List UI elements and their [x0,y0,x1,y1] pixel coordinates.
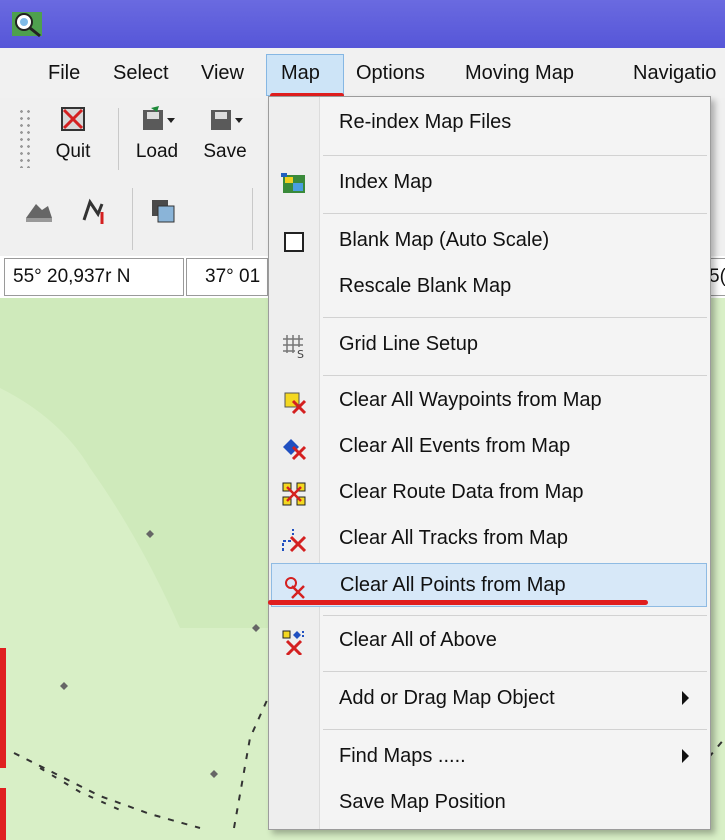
menu-separator [323,375,707,376]
title-bar [0,0,725,48]
submenu-arrow-icon [682,691,689,705]
menu-item-label: Clear Route Data from Map [339,481,584,503]
menu-item-label: Clear All Points from Map [340,574,566,596]
menu-item-label: Rescale Blank Map [339,275,512,297]
clear-events-icon [283,439,307,461]
menu-item-label: Save Map Position [339,791,506,813]
menu-item-label: Find Maps ..... [339,745,466,767]
map-menu-dropdown: Re-index Map Files Index Map Blank Map (… [268,96,711,830]
menu-item-label: Grid Line Setup [339,333,478,355]
grid-line-icon: S [283,335,304,359]
menu-item-reindex-map-files[interactable]: Re-index Map Files [271,101,707,145]
clear-waypoints-icon [284,392,307,415]
menu-map[interactable]: Map [281,62,320,85]
menu-item-label: Add or Drag Map Object [339,687,555,709]
load-label: Load [135,141,179,162]
clear-all-icon [282,630,304,655]
clear-points-icon [285,577,305,599]
menu-item-find-maps[interactable]: Find Maps ..... [271,735,707,779]
annotation-underline-clear-points [268,600,648,605]
menu-item-label: Clear All Events from Map [339,435,571,457]
menu-item-save-map-position[interactable]: Save Map Position [271,781,707,825]
index-map-icon [281,173,305,193]
save-button[interactable]: Save [198,104,252,163]
quit-icon [61,107,85,131]
menu-item-label: Clear All Tracks from Map [339,527,568,549]
route-tool-icon[interactable] [76,194,110,228]
menu-item-label: Clear All of Above [339,629,497,651]
toolbar-separator [118,108,119,170]
blank-map-icon [284,232,304,252]
menu-item-clear-tracks[interactable]: Clear All Tracks from Map [271,517,707,561]
menu-separator [323,729,707,730]
longitude-readout: 37° 01 [186,258,268,296]
menu-select[interactable]: Select [113,62,169,85]
menu-navigation[interactable]: Navigatio [633,62,725,85]
load-button[interactable]: Load [130,104,184,163]
clear-route-icon [282,482,306,506]
app-icon [12,12,42,38]
latitude-readout: 55° 20,937r N [4,258,184,296]
menu-view[interactable]: View [201,62,244,85]
menu-separator [323,317,707,318]
svg-text:S: S [297,348,304,359]
menu-item-clear-waypoints[interactable]: Clear All Waypoints from Map [271,379,707,423]
menu-separator [323,155,707,156]
menu-item-rescale-blank-map[interactable]: Rescale Blank Map [271,265,707,309]
menu-item-index-map[interactable]: Index Map [271,161,707,205]
save-icon [211,110,243,130]
menu-item-grid-line-setup[interactable]: S Grid Line Setup [271,323,707,367]
menu-item-label: Clear All Waypoints from Map [339,389,602,411]
menu-options[interactable]: Options [356,62,425,85]
menu-item-label: Blank Map (Auto Scale) [339,229,550,251]
menu-item-clear-all-of-above[interactable]: Clear All of Above [271,619,707,663]
submenu-arrow-icon [682,749,689,763]
menu-separator [323,213,707,214]
terrain-icon[interactable] [22,194,56,228]
clear-tracks-icon [282,529,307,553]
quit-label: Quit [55,141,91,162]
menu-item-clear-route-data[interactable]: Clear Route Data from Map [271,471,707,515]
toolbar-separator [132,188,133,250]
menu-file[interactable]: File [48,62,80,85]
menu-item-add-or-drag-map-object[interactable]: Add or Drag Map Object [271,677,707,721]
menu-separator [323,615,707,616]
menu-item-clear-events[interactable]: Clear All Events from Map [271,425,707,469]
menu-moving-map[interactable]: Moving Map [465,62,574,85]
load-icon [143,106,175,130]
menu-item-label: Re-index Map Files [339,111,512,133]
quit-button[interactable]: Quit [46,104,100,163]
menu-separator [323,671,707,672]
save-label: Save [203,141,247,162]
toolbar-grip[interactable] [18,108,32,168]
menu-item-label: Index Map [339,171,433,193]
layers-icon[interactable] [146,194,180,228]
menu-item-blank-map-auto-scale[interactable]: Blank Map (Auto Scale) [271,219,707,263]
toolbar-separator [252,188,253,250]
